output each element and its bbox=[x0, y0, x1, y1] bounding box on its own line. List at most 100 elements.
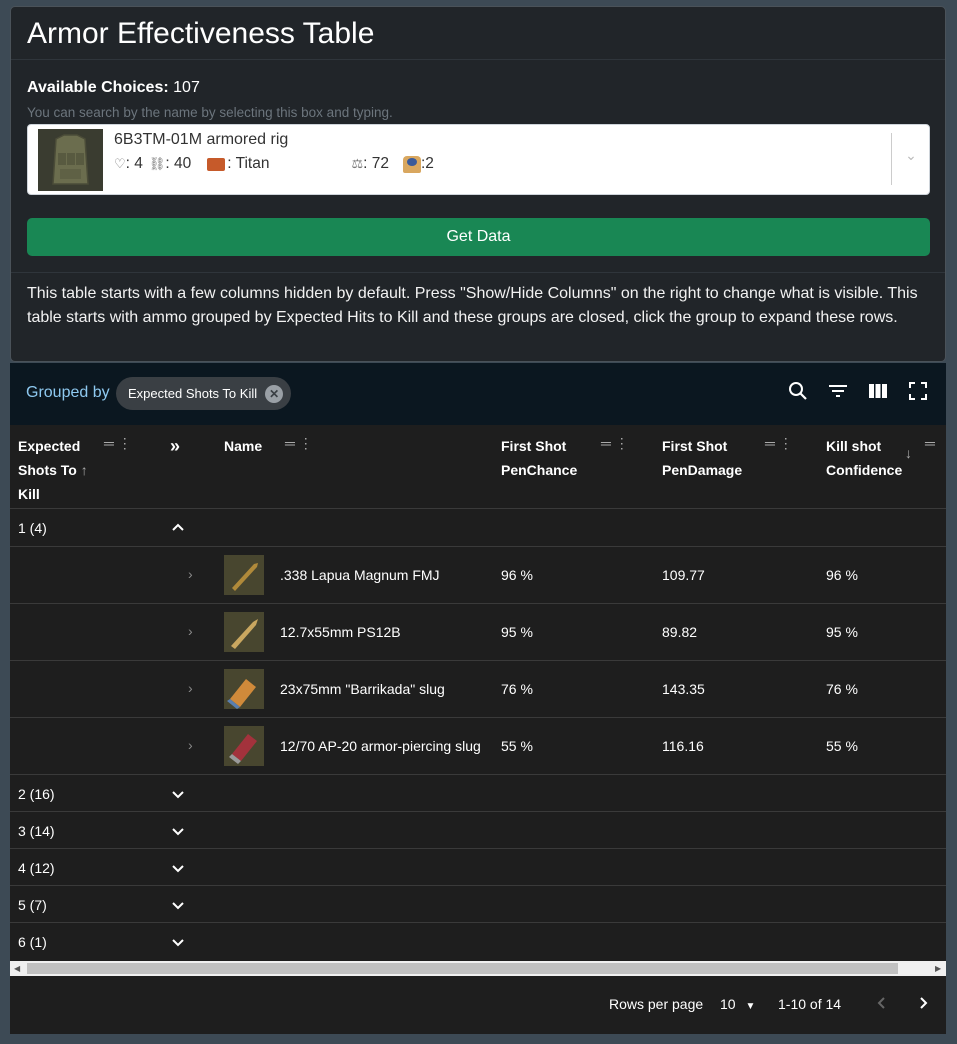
scrollbar-thumb[interactable] bbox=[27, 963, 898, 974]
col-pen-damage[interactable]: First Shot PenDamage bbox=[662, 434, 742, 482]
group-label: 5 (7) bbox=[18, 897, 47, 913]
chevron-right-icon[interactable]: › bbox=[188, 737, 193, 753]
page-range: 1-10 of 14 bbox=[778, 996, 842, 1012]
chevron-right-icon[interactable]: › bbox=[188, 623, 193, 639]
kill-confidence-value: 95 % bbox=[826, 624, 858, 640]
chevron-down-icon[interactable] bbox=[170, 823, 186, 839]
pen-damage-value: 89.82 bbox=[662, 624, 698, 640]
data-table: Grouped by Expected Shots To Kill ✕ Expe… bbox=[10, 363, 946, 1034]
expand-all-icon[interactable]: » bbox=[170, 434, 180, 458]
prev-page-icon[interactable] bbox=[874, 995, 890, 1011]
pen-chance-value: 55 % bbox=[501, 738, 533, 754]
table-row[interactable]: › 12/70 AP-20 armor-piercing slug 55 % 1… bbox=[10, 718, 946, 775]
armor-select[interactable]: 6B3TM-01M armored rig ♡ : 4 ⛓ : 40 : Tit… bbox=[27, 124, 930, 195]
select-divider bbox=[891, 133, 892, 185]
group-label: 1 (4) bbox=[18, 520, 47, 536]
search-hint: You can search by the name by selecting … bbox=[27, 105, 393, 120]
card-divider bbox=[11, 272, 945, 273]
pen-chance-value: 95 % bbox=[501, 624, 533, 640]
material-value: : Titan bbox=[227, 155, 270, 172]
pen-damage-value: 116.16 bbox=[662, 738, 704, 754]
chevron-down-icon[interactable] bbox=[170, 897, 186, 913]
group-row[interactable]: 1 (4) bbox=[10, 509, 946, 547]
drag-icon[interactable]: ═ ⋮ bbox=[285, 435, 313, 452]
drag-icon[interactable]: ═ ⋮ bbox=[601, 435, 629, 452]
table-header: Expected Shots To ↑ Kill ═ ⋮ » Name ═ ⋮ … bbox=[10, 425, 946, 509]
col-kill-confidence[interactable]: Kill shot Confidence bbox=[826, 434, 902, 482]
chevron-down-icon[interactable] bbox=[170, 934, 186, 950]
selected-armor-stats: ♡ : 4 ⛓ : 40 : Titan ⚖ : 72 :2 bbox=[114, 155, 434, 173]
chevron-down-icon[interactable] bbox=[170, 786, 186, 802]
available-choices-count: 107 bbox=[173, 79, 200, 96]
chevron-right-icon[interactable]: › bbox=[188, 566, 193, 582]
ammo-name: 12.7x55mm PS12B bbox=[280, 624, 401, 640]
group-label: 3 (14) bbox=[18, 823, 55, 839]
kill-confidence-value: 76 % bbox=[826, 681, 858, 697]
group-label: 6 (1) bbox=[18, 934, 47, 950]
ergonomics-icon bbox=[403, 155, 421, 173]
chevron-right-icon[interactable]: › bbox=[188, 680, 193, 696]
ammo-image bbox=[224, 612, 264, 652]
chevron-up-icon[interactable] bbox=[170, 520, 186, 536]
pen-chance-value: 96 % bbox=[501, 567, 533, 583]
shield-icon: ♡ bbox=[114, 156, 126, 171]
durability-value: : 40 bbox=[165, 155, 192, 172]
get-data-button[interactable]: Get Data bbox=[27, 218, 930, 256]
group-row[interactable]: 2 (16) bbox=[10, 775, 946, 812]
chain-icon: ⛓ bbox=[148, 156, 166, 171]
rows-per-page-select[interactable]: 10 ▼ bbox=[720, 996, 755, 1012]
fullscreen-icon[interactable] bbox=[906, 379, 930, 403]
group-chip[interactable]: Expected Shots To Kill ✕ bbox=[116, 377, 292, 410]
pen-damage-value: 143.35 bbox=[662, 681, 705, 697]
group-row[interactable]: 6 (1) bbox=[10, 923, 946, 961]
pagination: Rows per page 10 ▼ 1-10 of 14 bbox=[10, 976, 946, 1034]
ammo-image bbox=[224, 669, 264, 709]
ammo-image bbox=[224, 726, 264, 766]
sort-asc-icon[interactable]: ↑ bbox=[81, 462, 88, 478]
pen-damage-value: 109.77 bbox=[662, 567, 705, 583]
armor-card: Armor Effectiveness Table Available Choi… bbox=[10, 6, 946, 362]
col-pen-chance[interactable]: First Shot PenChance bbox=[501, 434, 577, 482]
sort-desc-icon[interactable]: ↓ bbox=[905, 445, 912, 461]
close-icon[interactable]: ✕ bbox=[265, 385, 284, 403]
kill-confidence-value: 96 % bbox=[826, 567, 858, 583]
table-toolbar: Grouped by Expected Shots To Kill ✕ bbox=[10, 363, 946, 425]
armor-class-value: : 4 bbox=[125, 155, 143, 172]
page-title: Armor Effectiveness Table bbox=[11, 7, 945, 60]
next-page-icon[interactable] bbox=[915, 995, 931, 1011]
group-row[interactable]: 4 (12) bbox=[10, 849, 946, 886]
selected-armor-name: 6B3TM-01M armored rig bbox=[114, 131, 289, 148]
chevron-down-icon[interactable] bbox=[170, 860, 186, 876]
table-row[interactable]: › 23x75mm "Barrikada" slug 76 % 143.35 7… bbox=[10, 661, 946, 718]
drag-icon[interactable]: ═ bbox=[925, 435, 935, 451]
ammo-name: .338 Lapua Magnum FMJ bbox=[280, 567, 440, 583]
search-icon[interactable] bbox=[786, 379, 810, 403]
caret-down-icon: ▼ bbox=[745, 1001, 756, 1012]
horizontal-scrollbar[interactable]: ◀ ▶ bbox=[10, 961, 946, 976]
filter-icon[interactable] bbox=[826, 379, 850, 403]
drag-icon[interactable]: ═ ⋮ bbox=[104, 435, 132, 452]
drag-icon[interactable]: ═ ⋮ bbox=[765, 435, 793, 452]
pen-chance-value: 76 % bbox=[501, 681, 533, 697]
table-row[interactable]: › 12.7x55mm PS12B 95 % 89.82 95 % bbox=[10, 604, 946, 661]
scroll-left-icon[interactable]: ◀ bbox=[14, 964, 20, 973]
col-name[interactable]: Name bbox=[224, 434, 262, 458]
group-row[interactable]: 3 (14) bbox=[10, 812, 946, 849]
ergonomics-value: :2 bbox=[421, 155, 434, 172]
ammo-name: 23x75mm "Barrikada" slug bbox=[280, 681, 445, 697]
col-expected-shots[interactable]: Expected Shots To ↑ Kill bbox=[18, 434, 88, 506]
group-chip-label: Expected Shots To Kill bbox=[128, 386, 258, 401]
table-row[interactable]: › .338 Lapua Magnum FMJ 96 % 109.77 96 % bbox=[10, 547, 946, 604]
material-icon bbox=[207, 157, 226, 171]
group-row[interactable]: 5 (7) bbox=[10, 886, 946, 923]
available-choices: Available Choices: 107 bbox=[27, 79, 200, 97]
group-label: 4 (12) bbox=[18, 860, 55, 876]
table-note: This table starts with a few columns hid… bbox=[27, 285, 918, 326]
columns-icon[interactable] bbox=[866, 379, 890, 403]
armor-rig-image bbox=[38, 129, 103, 191]
weight-icon: ⚖ bbox=[351, 156, 364, 171]
ammo-name: 12/70 AP-20 armor-piercing slug bbox=[280, 738, 481, 754]
chevron-down-icon[interactable]: ⌄ bbox=[902, 147, 920, 165]
scroll-right-icon[interactable]: ▶ bbox=[935, 964, 941, 973]
grouped-by-label: Grouped by bbox=[26, 384, 110, 401]
